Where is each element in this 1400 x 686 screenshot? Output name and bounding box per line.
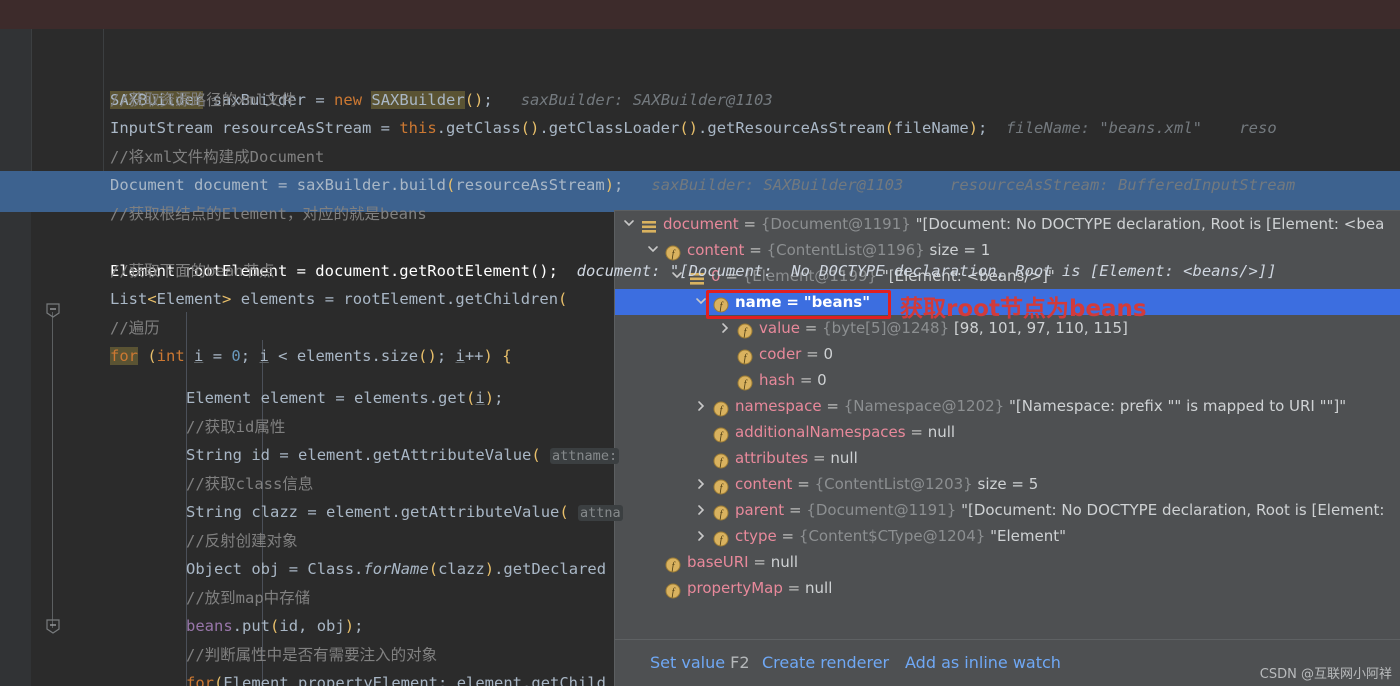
annotation-note: 获取root节点为beans <box>900 296 1147 322</box>
variables-tree-row[interactable]: f namespace = {Namespace@1202} "[Namespac… <box>615 393 1400 419</box>
ide-debugger-screen: SAXBuilder saxBuilder = new SAXBuilder()… <box>0 0 1400 686</box>
field-icon: f <box>665 555 681 573</box>
variable-label: propertyMap = null <box>687 579 833 597</box>
variable-label: additionalNamespaces = null <box>735 423 956 441</box>
field-icon: f <box>713 529 729 547</box>
create-renderer-button[interactable]: Create renderer <box>762 640 889 686</box>
variable-label: namespace = {Namespace@1202} "[Namespace… <box>735 397 1347 415</box>
code-line[interactable]: SAXBuilder saxBuilder = new SAXBuilder()… <box>0 0 1400 109</box>
chevron-down-icon[interactable] <box>621 211 637 237</box>
variables-tree-row[interactable]: f additionalNamespaces = null <box>615 419 1400 445</box>
chevron-right-icon[interactable] <box>693 393 709 419</box>
watermark: CSDN @互联网小阿祥 <box>1259 667 1392 682</box>
variables-tree-row[interactable]: f coder = 0 <box>615 341 1400 367</box>
field-icon: f <box>737 321 753 339</box>
variable-label: name = "beans" <box>735 293 871 311</box>
variable-label: ctype = {Content$CType@1204} "Element" <box>735 527 1066 545</box>
field-icon: f <box>713 399 729 417</box>
code-line[interactable]: InputStream resourceAsStream = this.getC… <box>0 57 1400 137</box>
chevron-right-icon[interactable] <box>693 471 709 497</box>
field-icon: f <box>713 503 729 521</box>
field-icon: f <box>737 373 753 391</box>
variable-label: parent = {Document@1191} "[Document: No … <box>735 501 1385 519</box>
set-value-shortcut: F2 <box>730 653 750 672</box>
object-icon <box>641 217 656 233</box>
variable-label: document = {Document@1191} "[Document: N… <box>663 215 1385 233</box>
chevron-down-icon[interactable] <box>693 289 709 315</box>
variables-tree-row[interactable]: f propertyMap = null <box>615 575 1400 601</box>
variables-tree-row[interactable]: document = {Document@1191} "[Document: N… <box>615 211 1400 237</box>
chevron-right-icon[interactable] <box>693 523 709 549</box>
field-icon: f <box>713 425 729 443</box>
field-icon: f <box>665 581 681 599</box>
field-icon: f <box>713 295 729 313</box>
variables-tree-row[interactable]: f hash = 0 <box>615 367 1400 393</box>
variables-tree-row[interactable]: f content = {ContentList@1203} size = 5 <box>615 471 1400 497</box>
variables-tree-row[interactable]: f ctype = {Content$CType@1204} "Element" <box>615 523 1400 549</box>
code-line[interactable]: //获取资源路径的xml文件 <box>0 29 1400 109</box>
variable-label: hash = 0 <box>759 371 827 389</box>
field-icon: f <box>737 347 753 365</box>
variable-label: attributes = null <box>735 449 858 467</box>
chevron-right-icon[interactable] <box>717 315 733 341</box>
field-icon: f <box>713 477 729 495</box>
chevron-right-icon[interactable] <box>693 497 709 523</box>
set-value-button[interactable]: Set value F2 <box>650 640 750 686</box>
variable-label: baseURI = null <box>687 553 799 571</box>
variables-tree-row[interactable]: f attributes = null <box>615 445 1400 471</box>
variables-tree-row[interactable]: f baseURI = null <box>615 549 1400 575</box>
variable-label: coder = 0 <box>759 345 834 363</box>
variables-tree-row[interactable]: f parent = {Document@1191} "[Document: No… <box>615 497 1400 523</box>
set-value-label: Set value <box>650 653 726 672</box>
variable-label: content = {ContentList@1203} size = 5 <box>735 475 1039 493</box>
field-icon: f <box>713 451 729 469</box>
field-icon: f <box>665 243 681 261</box>
add-inline-watch-button[interactable]: Add as inline watch <box>905 640 1061 686</box>
